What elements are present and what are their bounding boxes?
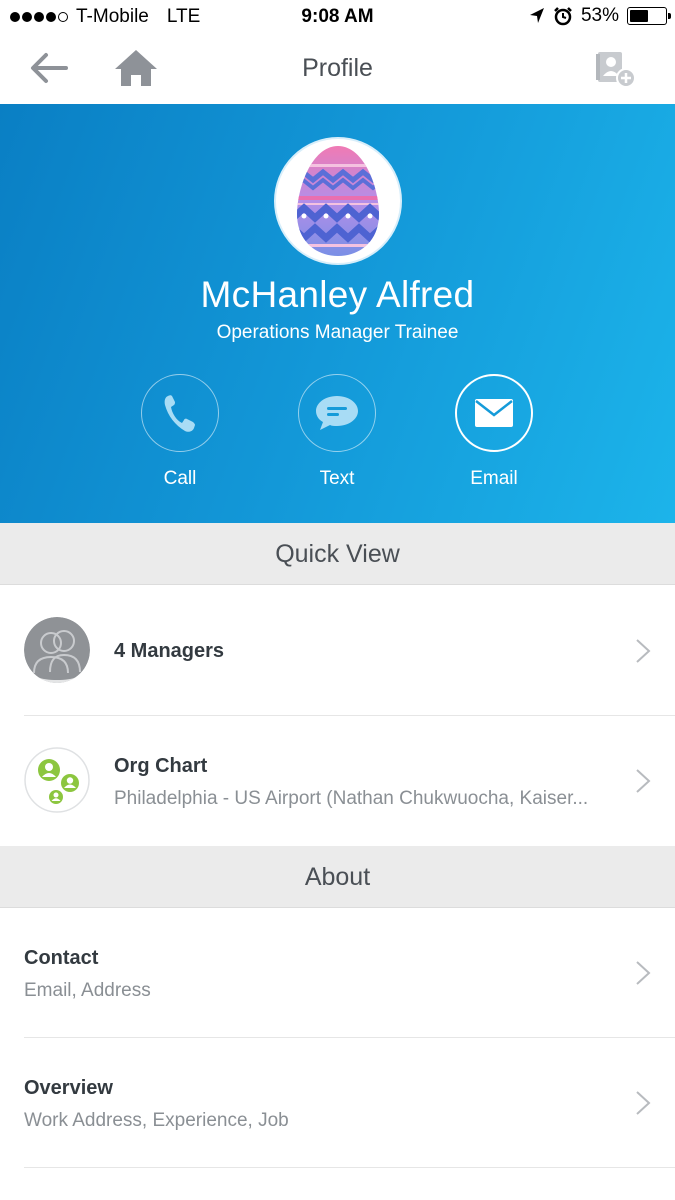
battery-icon — [627, 7, 671, 25]
nav-bar: Profile — [0, 34, 675, 104]
chevron-right-icon — [636, 961, 651, 985]
status-right: 53% — [529, 5, 671, 27]
managers-title: 4 Managers — [114, 640, 225, 662]
quick-view-header: Quick View — [0, 523, 675, 585]
chat-bubble-icon — [316, 396, 358, 430]
row-divider — [24, 1167, 675, 1168]
add-contact-icon[interactable] — [594, 48, 640, 90]
text-label: Text — [319, 468, 355, 489]
profile-screen: T-Mobile LTE 9:08 AM 53% Profile McHanle… — [0, 0, 675, 1200]
overview-row[interactable]: Overview Work Address, Experience, Job — [0, 1038, 675, 1168]
text-button[interactable]: Text — [277, 374, 397, 490]
location-arrow-icon — [529, 8, 544, 23]
text-circle[interactable] — [298, 374, 376, 452]
email-label: Email — [470, 468, 518, 489]
avatar[interactable] — [274, 137, 402, 265]
battery-percent: 53% — [580, 5, 619, 26]
org-chart-row[interactable]: Org Chart Philadelphia - US Airport (Nat… — [0, 716, 675, 846]
chevron-right-icon — [636, 1091, 651, 1115]
overview-subtitle: Work Address, Experience, Job — [24, 1110, 289, 1131]
overview-title: Overview — [24, 1077, 113, 1099]
contact-title: Contact — [24, 947, 99, 969]
page-title: Profile — [302, 54, 373, 82]
contact-subtitle: Email, Address — [24, 980, 151, 1001]
profile-name: McHanley Alfred — [200, 274, 475, 315]
envelope-icon — [475, 399, 513, 427]
about-header: About — [0, 846, 675, 908]
call-circle[interactable] — [141, 374, 219, 452]
call-button[interactable]: Call — [120, 374, 240, 490]
phone-icon — [164, 395, 195, 432]
chevron-right-icon — [636, 639, 651, 663]
people-avatar-icon — [24, 617, 90, 683]
easter-egg-avatar — [297, 146, 379, 256]
email-circle[interactable] — [455, 374, 533, 452]
chevron-right-icon — [636, 769, 651, 793]
battery-fill — [630, 10, 649, 22]
alarm-icon — [554, 7, 572, 26]
call-label: Call — [163, 468, 197, 489]
org-chart-icon — [24, 747, 90, 813]
profile-hero: McHanley Alfred Operations Manager Train… — [0, 104, 675, 523]
contact-row[interactable]: Contact Email, Address — [0, 908, 675, 1038]
email-button[interactable]: Email — [434, 374, 554, 490]
managers-row[interactable]: 4 Managers — [0, 586, 675, 716]
status-bar: T-Mobile LTE 9:08 AM 53% — [0, 0, 675, 34]
org-chart-subtitle: Philadelphia - US Airport (Nathan Chukwu… — [114, 788, 589, 809]
profile-job-title: Operations Manager Trainee — [216, 322, 459, 343]
org-chart-title: Org Chart — [114, 755, 208, 777]
